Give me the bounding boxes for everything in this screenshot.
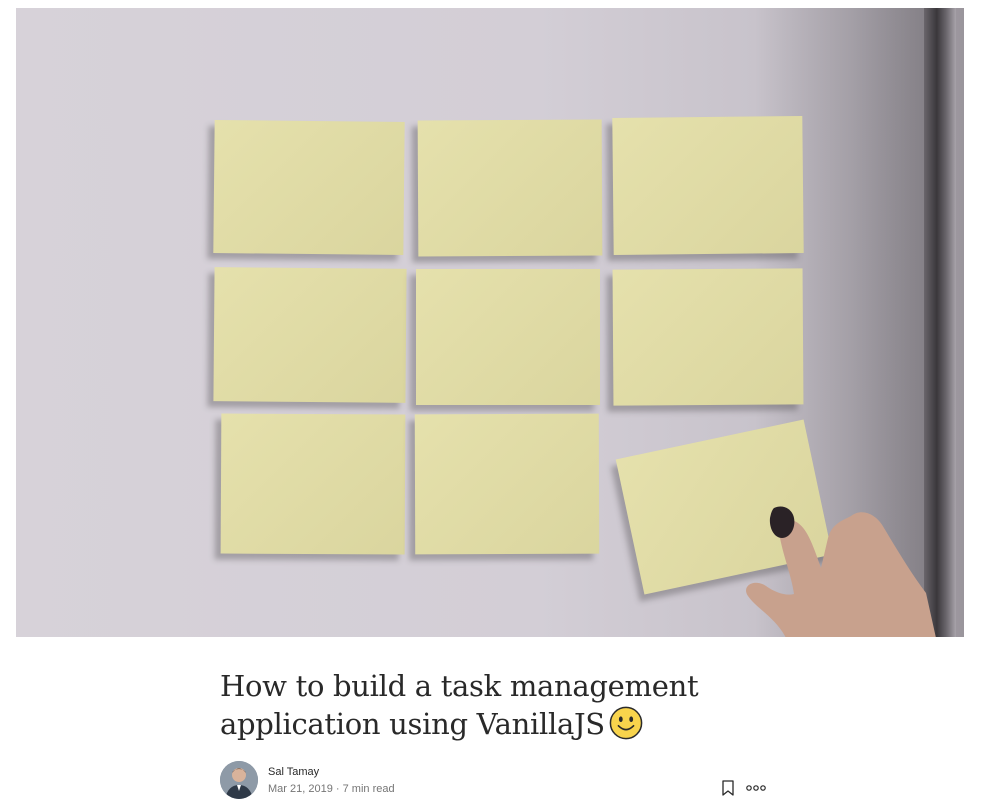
author-avatar[interactable] — [220, 761, 258, 799]
sticky-note — [417, 119, 603, 257]
author-name[interactable]: Sal Tamay — [268, 766, 319, 778]
read-time: 7 min read — [342, 783, 395, 795]
sticky-note — [612, 116, 804, 255]
sticky-note — [220, 413, 406, 555]
smiling-face-emoji-icon — [609, 706, 643, 740]
sticky-note — [213, 267, 407, 403]
sticky-note — [416, 269, 600, 405]
article-meta: Mar 21, 2019 · 7 min read — [268, 783, 395, 795]
meta-separator: · — [335, 783, 340, 795]
sticky-note — [213, 120, 405, 255]
sticky-note — [612, 268, 804, 406]
hero-image — [16, 8, 964, 637]
sticky-note — [414, 413, 600, 555]
bookmark-icon[interactable] — [721, 780, 735, 796]
hand-illustration — [746, 506, 936, 637]
avatar-photo-icon — [220, 761, 258, 799]
more-options-icon[interactable] — [745, 780, 767, 796]
article-title: How to build a task management applicati… — [220, 667, 700, 743]
publish-date: Mar 21, 2019 — [268, 783, 333, 795]
